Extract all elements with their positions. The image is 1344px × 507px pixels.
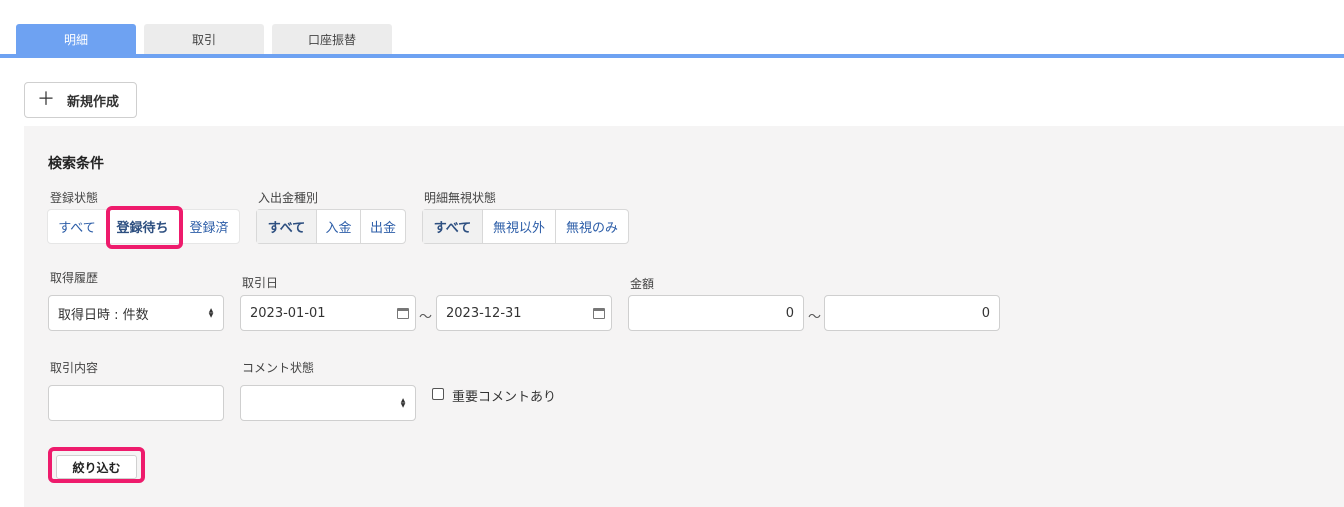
- date-separator: ～: [419, 310, 433, 325]
- history-label: 取得履歴: [50, 271, 99, 285]
- tab-account-transfer[interactable]: 口座振替: [272, 24, 392, 54]
- search-title: 検索条件: [48, 156, 104, 172]
- registration-status-label: 登録状態: [50, 191, 99, 205]
- amount-from-value: 0: [785, 305, 794, 321]
- ignore-status-label: 明細無視状態: [424, 191, 497, 205]
- select-arrows-icon: ▲ ▼: [400, 397, 406, 409]
- tab-details[interactable]: 明細: [16, 24, 136, 54]
- date-to-value: 2023-12-31: [446, 305, 522, 321]
- ignore-status-group: すべて 無視以外 無視のみ: [422, 209, 629, 244]
- deposit-type-all[interactable]: すべて: [257, 210, 316, 243]
- history-select[interactable]: 取得日時 : 件数 ▲ ▼: [48, 295, 224, 331]
- pending-highlight: [106, 206, 183, 249]
- comment-status-select[interactable]: ▲ ▼: [240, 385, 416, 421]
- new-create-button[interactable]: ＋ 新規作成: [24, 82, 137, 118]
- amount-label: 金額: [630, 277, 655, 291]
- registration-status-all[interactable]: すべて: [48, 210, 106, 243]
- calendar-icon[interactable]: [593, 307, 605, 319]
- important-comment-checkbox[interactable]: [432, 388, 444, 400]
- ignore-status-ignored-only[interactable]: 無視のみ: [555, 210, 628, 243]
- amount-from-input[interactable]: 0: [628, 295, 804, 331]
- deposit-type-out[interactable]: 出金: [360, 210, 405, 243]
- registration-status-done[interactable]: 登録済: [179, 210, 239, 243]
- date-to-input[interactable]: 2023-12-31: [436, 295, 612, 331]
- content-label: 取引内容: [50, 361, 99, 375]
- comment-status-label: コメント状態: [242, 361, 315, 375]
- plus-icon: ＋: [37, 89, 55, 110]
- tab-underline: [0, 54, 1344, 58]
- select-arrows-icon: ▲ ▼: [208, 307, 214, 319]
- new-create-label: 新規作成: [67, 94, 120, 110]
- ignore-status-not-ignored[interactable]: 無視以外: [482, 210, 555, 243]
- amount-separator: ～: [808, 310, 822, 325]
- deposit-type-group: すべて 入金 出金: [256, 209, 406, 244]
- deposit-type-in[interactable]: 入金: [316, 210, 360, 243]
- calendar-icon[interactable]: [397, 307, 409, 319]
- submit-highlight: [48, 447, 145, 483]
- important-comment-label[interactable]: 重要コメントあり: [452, 386, 556, 405]
- ignore-status-all[interactable]: すべて: [423, 210, 482, 243]
- tab-transactions[interactable]: 取引: [144, 24, 264, 54]
- date-label: 取引日: [242, 276, 279, 290]
- amount-to-input[interactable]: 0: [824, 295, 1000, 331]
- date-from-input[interactable]: 2023-01-01: [240, 295, 416, 331]
- amount-to-value: 0: [981, 305, 990, 321]
- search-panel: 検索条件 登録状態 すべて 登録待ち 登録済 入出金種別 すべて 入金 出金 明…: [24, 126, 1344, 507]
- content-input[interactable]: [48, 385, 224, 421]
- date-from-value: 2023-01-01: [250, 305, 326, 321]
- history-select-value: 取得日時 : 件数: [58, 307, 149, 323]
- tab-bar: 明細 取引 口座振替: [16, 24, 392, 54]
- deposit-type-label: 入出金種別: [258, 191, 319, 205]
